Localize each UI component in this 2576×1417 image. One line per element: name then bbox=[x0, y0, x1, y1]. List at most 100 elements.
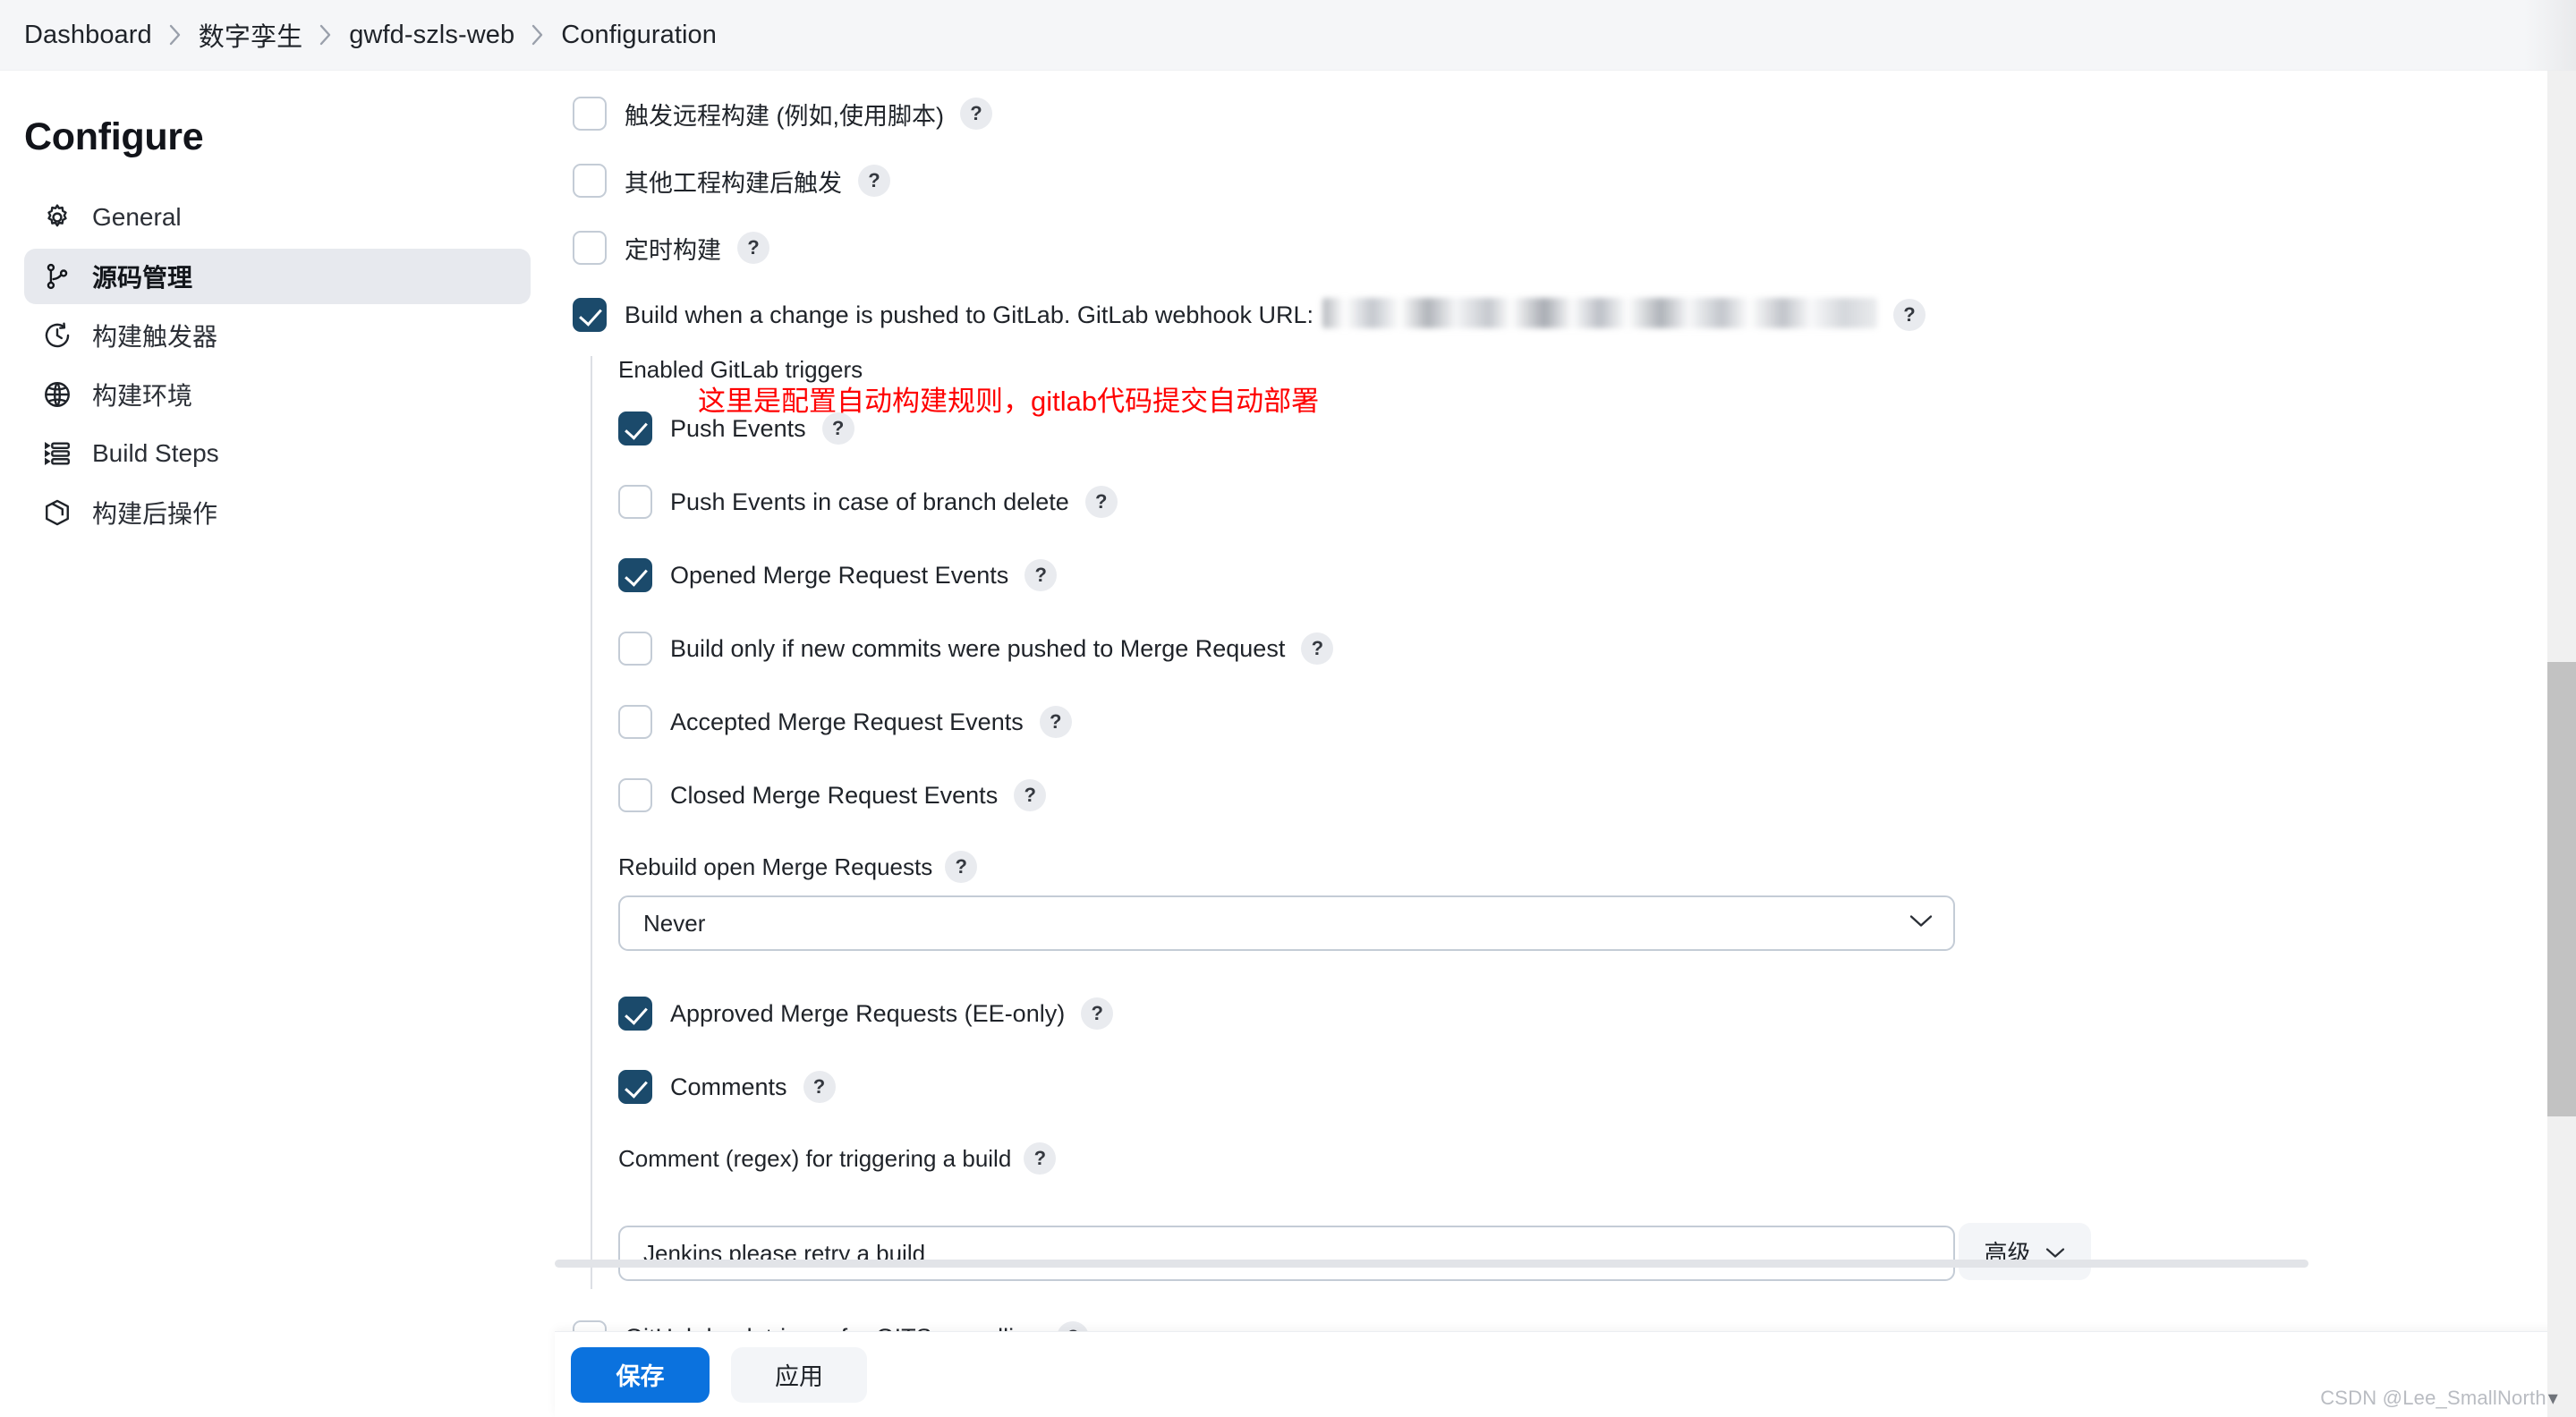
trigger-row-build-only-new-commits[interactable]: Build only if new commits were pushed to… bbox=[618, 620, 2514, 677]
breadcrumb-item-dashboard[interactable]: Dashboard bbox=[24, 21, 152, 50]
help-icon[interactable]: ? bbox=[1039, 706, 1072, 738]
rebuild-open-mr-select[interactable]: Never bbox=[618, 895, 1955, 951]
sidebar-nav: General 源码管理 构建触发器 构建环境 Build Steps 构建后操… bbox=[24, 190, 531, 540]
trigger-row-comments[interactable]: Comments ? bbox=[618, 1058, 2514, 1116]
help-icon[interactable]: ? bbox=[1081, 997, 1114, 1030]
comment-regex-text: Comment (regex) for triggering a build bbox=[618, 1144, 1012, 1172]
page-title: Configure bbox=[24, 115, 204, 158]
checkbox-label: Accepted Merge Request Events bbox=[670, 708, 1024, 735]
help-icon[interactable]: ? bbox=[1084, 486, 1118, 518]
watermark: CSDN @Lee_SmallNorth▾ bbox=[2320, 1387, 2558, 1410]
help-icon[interactable]: ? bbox=[737, 232, 769, 264]
sidebar: Configure General 源码管理 构建触发器 构建环境 Build … bbox=[0, 71, 555, 1417]
trigger-row-accepted-mr[interactable]: Accepted Merge Request Events ? bbox=[618, 693, 2514, 751]
source-control-icon bbox=[42, 261, 72, 292]
help-icon[interactable]: ? bbox=[1014, 779, 1047, 811]
checkbox-label: Approved Merge Requests (EE-only) bbox=[670, 999, 1066, 1027]
breadcrumb-item-configuration[interactable]: Configuration bbox=[561, 21, 717, 50]
checkbox-accepted-mr[interactable] bbox=[618, 705, 652, 739]
sidebar-item-label: 构建触发器 bbox=[92, 323, 218, 351]
trigger-row-remote-build[interactable]: 触发远程构建 (例如,使用脚本) ? bbox=[573, 85, 2514, 142]
sidebar-item-build-steps[interactable]: Build Steps bbox=[24, 426, 531, 481]
checkbox-scheduled-build[interactable] bbox=[573, 231, 607, 265]
checkbox-build-only-new-commits[interactable] bbox=[618, 632, 652, 666]
comment-regex-input[interactable] bbox=[618, 1226, 1955, 1281]
page-scrollbar-thumb[interactable] bbox=[2547, 662, 2576, 1116]
help-icon[interactable]: ? bbox=[945, 851, 978, 883]
sidebar-item-post-build[interactable]: 构建后操作 bbox=[24, 485, 531, 540]
top-trigger-list: 触发远程构建 (例如,使用脚本) ? 其他工程构建后触发 ? 定时构建 ? Bu… bbox=[555, 71, 2514, 344]
sidebar-item-general[interactable]: General bbox=[24, 190, 531, 245]
help-icon[interactable]: ? bbox=[1024, 1142, 1057, 1175]
breadcrumb-item-job[interactable]: gwfd-szls-web bbox=[349, 21, 514, 50]
trigger-row-gitlab-push[interactable]: Build when a change is pushed to GitLab.… bbox=[573, 286, 2514, 344]
help-icon[interactable]: ? bbox=[803, 1071, 836, 1103]
help-icon[interactable]: ? bbox=[858, 165, 890, 197]
breadcrumb: Dashboard 数字孪生 gwfd-szls-web Configurati… bbox=[0, 0, 2576, 71]
checkbox-label: Push Events in case of branch delete bbox=[670, 488, 1069, 515]
trigger-row-opened-mr[interactable]: Opened Merge Request Events ? bbox=[618, 547, 2514, 604]
apply-button[interactable]: 应用 bbox=[731, 1346, 867, 1403]
checkbox-closed-mr[interactable] bbox=[618, 778, 652, 812]
checkbox-gitlab-push[interactable] bbox=[573, 298, 607, 332]
help-icon[interactable]: ? bbox=[1301, 632, 1334, 665]
checkbox-push-branch-delete[interactable] bbox=[618, 485, 652, 519]
comment-regex-label: Comment (regex) for triggering a build ? bbox=[618, 1142, 2514, 1175]
rebuild-open-mr-select-wrap[interactable]: Never bbox=[618, 895, 1955, 951]
sidebar-item-label: 构建环境 bbox=[92, 382, 193, 410]
annotation-text: 这里是配置自动构建规则，gitlab代码提交自动部署 bbox=[698, 386, 1320, 417]
rebuild-open-mr-text: Rebuild open Merge Requests bbox=[618, 853, 933, 880]
watermark-text: CSDN @Lee_SmallNorth bbox=[2320, 1387, 2546, 1409]
checkbox-label: Build only if new commits were pushed to… bbox=[670, 634, 1286, 662]
checkbox-opened-mr[interactable] bbox=[618, 558, 652, 592]
gear-icon bbox=[42, 202, 72, 233]
advanced-button[interactable]: 高级 bbox=[1959, 1223, 2092, 1280]
checkbox-label: Closed Merge Request Events bbox=[670, 781, 999, 809]
rebuild-open-mr-label: Rebuild open Merge Requests ? bbox=[618, 851, 2514, 883]
breadcrumb-item-folder[interactable]: 数字孪生 bbox=[199, 16, 302, 54]
clock-icon bbox=[42, 320, 72, 351]
trigger-row-scheduled-build[interactable]: 定时构建 ? bbox=[573, 219, 2514, 276]
help-icon[interactable]: ? bbox=[960, 98, 992, 130]
breadcrumb-fade bbox=[2524, 0, 2576, 71]
globe-icon bbox=[42, 379, 72, 410]
trigger-row-closed-mr[interactable]: Closed Merge Request Events ? bbox=[618, 767, 2514, 824]
list-steps-icon bbox=[42, 438, 72, 469]
checkbox-remote-build[interactable] bbox=[573, 97, 607, 131]
help-icon[interactable]: ? bbox=[1024, 559, 1058, 591]
caret-down-icon: ▾ bbox=[2547, 1387, 2558, 1409]
trigger-row-push-branch-delete[interactable]: Push Events in case of branch delete ? bbox=[618, 473, 2514, 530]
chevron-right-icon bbox=[167, 22, 183, 47]
form-horizontal-scrollbar[interactable] bbox=[555, 1260, 2308, 1268]
main-content: 触发远程构建 (例如,使用脚本) ? 其他工程构建后触发 ? 定时构建 ? Bu… bbox=[555, 71, 2576, 1417]
trigger-row-approved-mr[interactable]: Approved Merge Requests (EE-only) ? bbox=[618, 985, 2514, 1042]
trigger-row-after-other-projects[interactable]: 其他工程构建后触发 ? bbox=[573, 152, 2514, 209]
chevron-right-icon bbox=[318, 22, 334, 47]
checkbox-push-events[interactable] bbox=[618, 412, 652, 445]
help-icon[interactable]: ? bbox=[1893, 299, 1926, 331]
sidebar-item-label: Build Steps bbox=[92, 439, 219, 467]
checkbox-comments[interactable] bbox=[618, 1070, 652, 1104]
checkbox-after-other-projects[interactable] bbox=[573, 164, 607, 198]
package-icon bbox=[42, 497, 72, 528]
sidebar-item-build-environment[interactable]: 构建环境 bbox=[24, 367, 531, 422]
checkbox-label: 其他工程构建后触发 bbox=[625, 169, 842, 197]
webhook-url-redacted bbox=[1322, 298, 1877, 328]
checkbox-label: Comments bbox=[670, 1073, 787, 1100]
build-triggers-form: 触发远程构建 (例如,使用脚本) ? 其他工程构建后触发 ? 定时构建 ? Bu… bbox=[555, 71, 2514, 1417]
checkbox-approved-mr[interactable] bbox=[618, 997, 652, 1031]
sidebar-item-label: General bbox=[92, 203, 182, 231]
form-action-bar: 保存 应用 bbox=[555, 1331, 2576, 1417]
chevron-right-icon bbox=[530, 22, 546, 47]
checkbox-label: Opened Merge Request Events bbox=[670, 561, 1009, 589]
jenkins-configure-page: Dashboard 数字孪生 gwfd-szls-web Configurati… bbox=[0, 0, 2576, 1417]
save-button[interactable]: 保存 bbox=[571, 1346, 710, 1403]
sidebar-item-build-triggers[interactable]: 构建触发器 bbox=[24, 308, 531, 363]
sidebar-item-source-control[interactable]: 源码管理 bbox=[24, 249, 531, 304]
sidebar-item-label: 构建后操作 bbox=[92, 500, 218, 528]
sidebar-item-label: 源码管理 bbox=[92, 264, 193, 292]
checkbox-label: 触发远程构建 (例如,使用脚本) bbox=[625, 102, 944, 130]
checkbox-label: Push Events bbox=[670, 414, 806, 442]
gitlab-trigger-options: Enabled GitLab triggers Push Events ? Pu… bbox=[591, 356, 2514, 1289]
checkbox-label: Build when a change is pushed to GitLab.… bbox=[625, 301, 1314, 328]
